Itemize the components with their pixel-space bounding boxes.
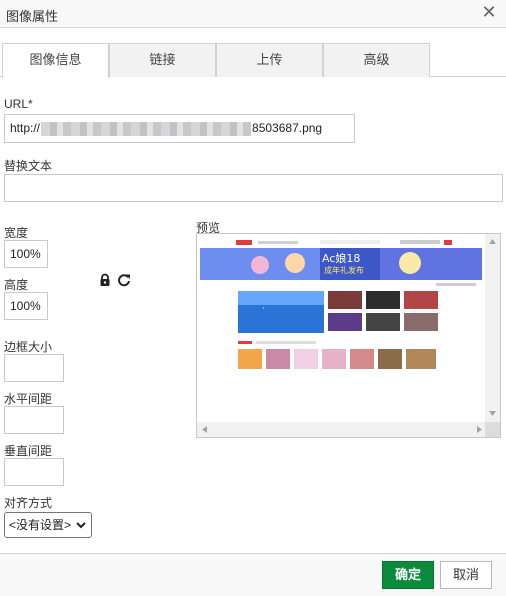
align-select[interactable]: <没有设置> <box>4 512 92 538</box>
reset-icon[interactable] <box>117 273 131 287</box>
preview-banner-subtext: 成年礼发布 <box>324 265 364 275</box>
alt-text-input[interactable] <box>4 174 503 202</box>
preview-box: Ac娘18 成年礼发布 · <box>196 233 501 438</box>
url-input[interactable]: http:// 8503687.png <box>4 114 355 143</box>
preview-horizontal-scrollbar[interactable] <box>197 422 487 437</box>
lock-icon[interactable] <box>98 273 112 287</box>
tab-upload[interactable]: 上传 <box>216 43 323 77</box>
height-label: 高度 <box>4 278 29 292</box>
svg-text:·: · <box>262 304 265 314</box>
preview-vertical-scrollbar[interactable] <box>485 234 500 422</box>
chevron-down-icon <box>76 522 86 529</box>
close-icon[interactable]: ✕ <box>480 3 498 23</box>
height-input[interactable]: 100% <box>4 292 48 320</box>
hspace-label: 水平间距 <box>4 392 53 406</box>
url-prefix: http:// <box>10 121 41 135</box>
tab-bar: 图像信息 链接 上传 高级 <box>0 43 506 78</box>
vspace-input[interactable] <box>4 458 64 486</box>
align-select-value: <没有设置> <box>9 518 72 532</box>
width-label: 宽度 <box>4 226 29 240</box>
preview-image: Ac娘18 成年礼发布 · <box>200 237 482 371</box>
border-input[interactable] <box>4 354 64 382</box>
align-label: 对齐方式 <box>4 496 53 510</box>
url-label: URL* <box>4 97 33 111</box>
hspace-input[interactable] <box>4 406 64 434</box>
dialog-titlebar: 图像属性 ✕ <box>0 0 506 28</box>
border-label: 边框大小 <box>4 340 53 354</box>
width-input[interactable]: 100% <box>4 240 48 268</box>
vspace-label: 垂直间距 <box>4 444 53 458</box>
ok-button[interactable]: 确定 <box>382 561 434 589</box>
alt-text-label: 替换文本 <box>4 159 53 173</box>
dialog-title: 图像属性 <box>6 9 59 24</box>
tab-link[interactable]: 链接 <box>109 43 216 77</box>
url-redacted <box>41 121 252 136</box>
tab-image-info[interactable]: 图像信息 <box>2 43 109 78</box>
cancel-button[interactable]: 取消 <box>440 561 492 589</box>
tab-advanced[interactable]: 高级 <box>323 43 430 77</box>
preview-banner-text: Ac娘18 <box>322 251 360 265</box>
dialog-footer: 确定 取消 <box>0 553 506 596</box>
url-suffix: 8503687.png <box>252 121 323 135</box>
scrollbar-corner <box>485 422 500 437</box>
